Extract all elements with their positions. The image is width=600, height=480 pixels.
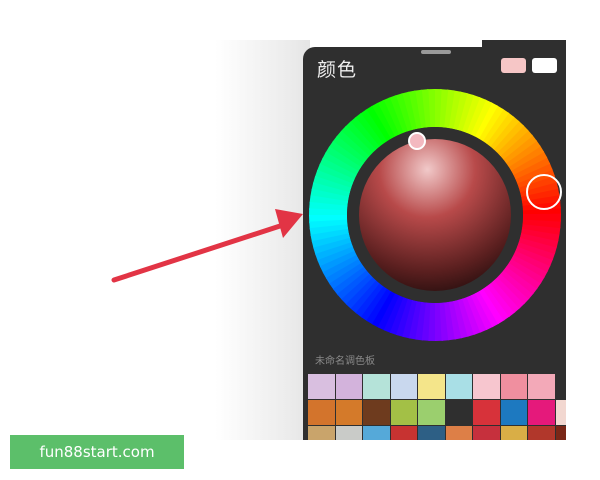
palette-swatch[interactable] bbox=[500, 374, 527, 399]
palette-swatch[interactable] bbox=[363, 374, 390, 399]
palette-swatch[interactable] bbox=[500, 400, 527, 425]
palette-swatch[interactable] bbox=[418, 400, 445, 425]
palette-label: 未命名调色板 bbox=[315, 356, 375, 367]
palette-swatch[interactable] bbox=[555, 426, 566, 440]
color-wheel-area bbox=[309, 89, 562, 341]
palette-swatch[interactable] bbox=[308, 400, 335, 425]
palette-swatch[interactable] bbox=[473, 426, 500, 440]
palette-swatch[interactable] bbox=[308, 374, 335, 399]
palette-swatch[interactable] bbox=[445, 374, 472, 399]
palette-swatch[interactable] bbox=[390, 426, 417, 440]
palette-swatch[interactable] bbox=[363, 426, 390, 440]
palette-swatch[interactable] bbox=[390, 400, 417, 425]
color-panel: 颜色 未命名调色板 bbox=[303, 47, 566, 440]
palette-swatch[interactable] bbox=[363, 400, 390, 425]
palette-swatch[interactable] bbox=[418, 374, 445, 399]
watermark: fun88start.com bbox=[10, 435, 184, 469]
palette-swatch[interactable] bbox=[335, 426, 362, 440]
backdrop-shadow bbox=[215, 40, 310, 440]
palette-swatch[interactable] bbox=[335, 374, 362, 399]
color-picker-handle[interactable] bbox=[408, 132, 426, 150]
palette-swatch[interactable] bbox=[528, 400, 555, 425]
palette-swatch[interactable] bbox=[528, 374, 555, 399]
palette-swatch[interactable] bbox=[555, 374, 566, 399]
palette-swatch[interactable] bbox=[390, 374, 417, 399]
palette-swatch[interactable] bbox=[500, 426, 527, 440]
saturation-brightness-disc[interactable] bbox=[359, 139, 511, 291]
palette-swatch[interactable] bbox=[473, 400, 500, 425]
palette-grid bbox=[308, 374, 566, 440]
palette-swatch[interactable] bbox=[473, 374, 500, 399]
palette-swatch[interactable] bbox=[528, 426, 555, 440]
palette-swatch[interactable] bbox=[335, 400, 362, 425]
palette-swatch[interactable] bbox=[445, 426, 472, 440]
palette-swatch[interactable] bbox=[555, 400, 566, 425]
palette-swatch[interactable] bbox=[418, 426, 445, 440]
palette-swatch[interactable] bbox=[445, 400, 472, 425]
palette-swatch[interactable] bbox=[308, 426, 335, 440]
